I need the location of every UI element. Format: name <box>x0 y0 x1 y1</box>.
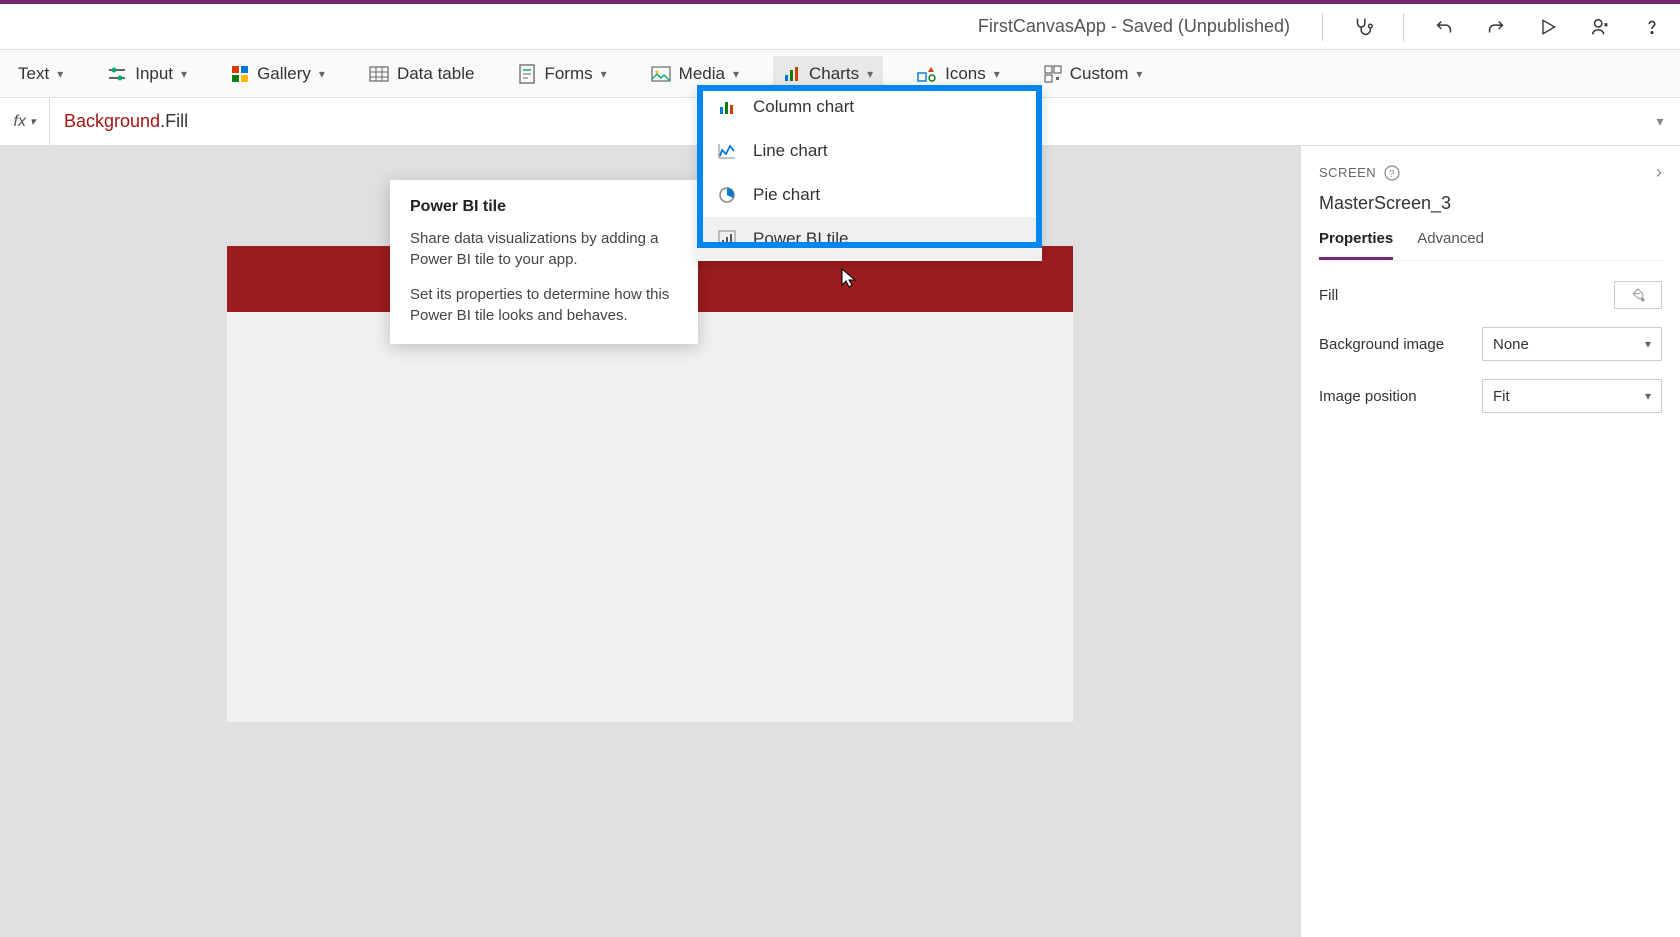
chevron-right-icon[interactable]: › <box>1656 162 1662 183</box>
tab-advanced[interactable]: Advanced <box>1417 230 1484 260</box>
bgimage-value: None <box>1493 336 1529 353</box>
ribbon-forms-label: Forms <box>544 64 592 84</box>
column-chart-icon <box>717 97 737 117</box>
share-icon[interactable] <box>1588 15 1612 39</box>
title-bar-actions <box>1322 13 1664 41</box>
imgpos-select[interactable]: Fit ▾ <box>1482 379 1662 413</box>
dropdown-column-chart[interactable]: Column chart <box>697 85 1042 129</box>
ribbon-gallery-label: Gallery <box>257 64 311 84</box>
form-icon <box>518 64 536 84</box>
chevron-down-icon: ▾ <box>867 67 873 81</box>
prop-fill: Fill <box>1319 281 1662 309</box>
chevron-down-icon: ▾ <box>994 67 1000 81</box>
chevron-down-icon: ▾ <box>57 67 63 81</box>
chevron-down-icon: ▾ <box>1136 67 1142 81</box>
bgimage-select[interactable]: None ▾ <box>1482 327 1662 361</box>
image-icon <box>651 66 671 82</box>
ribbon-icons-label: Icons <box>945 64 986 84</box>
ribbon-text[interactable]: Text ▾ <box>8 56 73 92</box>
prop-background-image: Background image None ▾ <box>1319 327 1662 361</box>
panel-header: SCREEN ? › <box>1319 162 1662 183</box>
ribbon-custom[interactable]: Custom ▾ <box>1034 56 1153 92</box>
panel-label-text: SCREEN <box>1319 165 1376 180</box>
powerbi-icon <box>717 229 737 249</box>
ribbon-forms[interactable]: Forms ▾ <box>508 56 616 92</box>
panel-tabs: Properties Advanced <box>1319 230 1662 261</box>
app-title: FirstCanvasApp - Saved (Unpublished) <box>978 16 1290 37</box>
workspace: Title SCREEN ? › MasterScreen_3 Properti… <box>0 146 1680 937</box>
ribbon-text-label: Text <box>18 64 49 84</box>
divider <box>1322 13 1323 41</box>
chevron-down-icon: ▾ <box>733 67 739 81</box>
undo-icon[interactable] <box>1432 15 1456 39</box>
dropdown-powerbi-label: Power BI tile <box>753 229 848 249</box>
ribbon-custom-label: Custom <box>1070 64 1129 84</box>
dropdown-pie-label: Pie chart <box>753 185 820 205</box>
screen-name: MasterScreen_3 <box>1319 193 1662 214</box>
component-icon <box>1044 65 1062 83</box>
ribbon-gallery[interactable]: Gallery ▾ <box>221 56 335 92</box>
ribbon-datatable[interactable]: Data table <box>359 56 485 92</box>
dropdown-column-label: Column chart <box>753 97 854 117</box>
fx-label[interactable]: fx▾ <box>0 98 50 145</box>
properties-panel: SCREEN ? › MasterScreen_3 Properties Adv… <box>1300 146 1680 937</box>
ribbon-charts-label: Charts <box>809 64 859 84</box>
panel-label: SCREEN ? <box>1319 165 1400 181</box>
stethoscope-icon[interactable] <box>1351 15 1375 39</box>
ribbon-input[interactable]: Input ▾ <box>97 56 197 92</box>
sliders-icon <box>107 66 127 82</box>
shapes-icon <box>917 65 937 83</box>
fill-label: Fill <box>1319 287 1338 304</box>
help-icon[interactable] <box>1640 15 1664 39</box>
help-circle-icon[interactable]: ? <box>1384 165 1400 181</box>
chevron-down-icon: ▾ <box>319 67 325 81</box>
line-chart-icon <box>717 141 737 161</box>
tooltip-body-2: Set its properties to determine how this… <box>410 284 678 326</box>
chevron-down-icon: ▾ <box>601 67 607 81</box>
redo-icon[interactable] <box>1484 15 1508 39</box>
chart-icon <box>783 65 801 83</box>
dropdown-line-label: Line chart <box>753 141 828 161</box>
formula-ref: Background <box>64 111 160 132</box>
imgpos-label: Image position <box>1319 388 1417 405</box>
divider <box>1403 13 1404 41</box>
pie-chart-icon <box>717 185 737 205</box>
ribbon-media-label: Media <box>679 64 725 84</box>
bgimage-label: Background image <box>1319 336 1444 353</box>
ribbon-input-label: Input <box>135 64 173 84</box>
dropdown-line-chart[interactable]: Line chart <box>697 129 1042 173</box>
tooltip-power-bi: Power BI tile Share data visualizations … <box>390 180 698 344</box>
tooltip-title: Power BI tile <box>410 198 678 216</box>
charts-dropdown: Column chart Line chart Pie chart Power … <box>697 85 1042 261</box>
chevron-down-icon: ▾ <box>1645 337 1651 351</box>
fill-color-picker[interactable] <box>1614 281 1662 309</box>
table-icon <box>369 66 389 82</box>
svg-text:?: ? <box>1389 169 1395 180</box>
formula-expand-button[interactable]: ▾ <box>1640 113 1680 130</box>
play-icon[interactable] <box>1536 15 1560 39</box>
imgpos-value: Fit <box>1493 388 1510 405</box>
dropdown-power-bi-tile[interactable]: Power BI tile <box>697 217 1042 261</box>
gallery-icon <box>231 65 249 83</box>
prop-image-position: Image position Fit ▾ <box>1319 379 1662 413</box>
tab-properties[interactable]: Properties <box>1319 230 1393 260</box>
chevron-down-icon: ▾ <box>1645 389 1651 403</box>
formula-prop: .Fill <box>160 111 188 132</box>
title-bar: FirstCanvasApp - Saved (Unpublished) <box>0 4 1680 50</box>
chevron-down-icon: ▾ <box>181 67 187 81</box>
ribbon-datatable-label: Data table <box>397 64 475 84</box>
tooltip-body-1: Share data visualizations by adding a Po… <box>410 228 678 270</box>
dropdown-pie-chart[interactable]: Pie chart <box>697 173 1042 217</box>
